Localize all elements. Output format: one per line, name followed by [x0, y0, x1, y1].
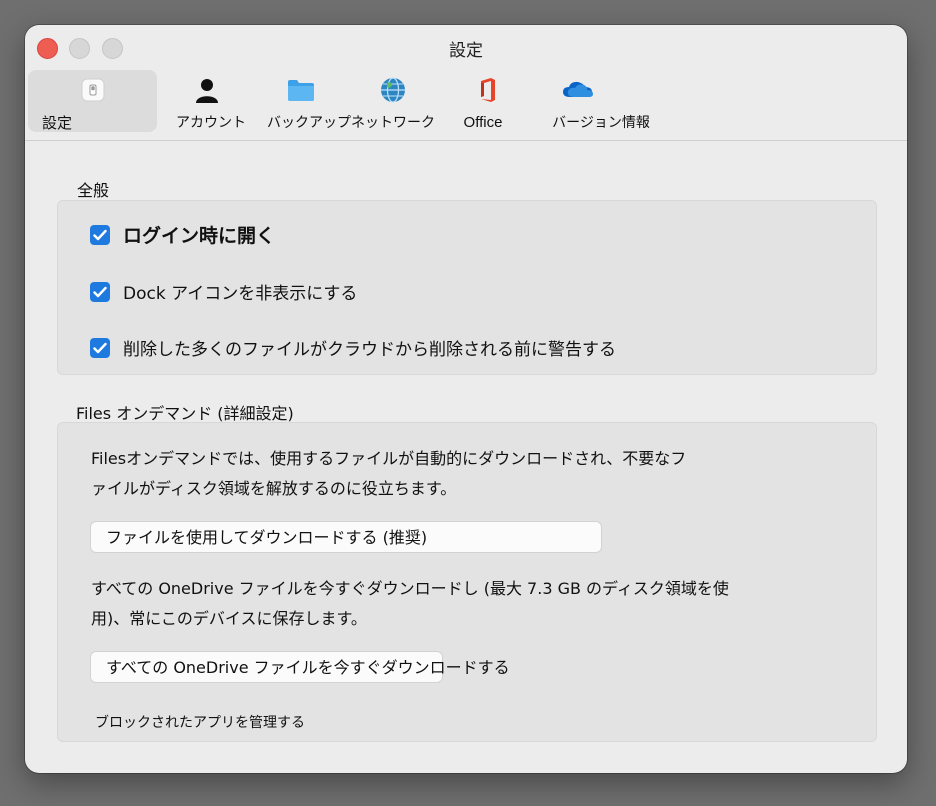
- tab-label: アカウント: [176, 115, 246, 131]
- hide-dock-icon-label: Dock アイコンを非表示にする: [123, 284, 358, 304]
- download-all-description: すべての OneDrive ファイルを今すぐダウンロードし (最大 7.3 GB…: [91, 574, 751, 634]
- warn-before-delete-checkbox[interactable]: [90, 337, 110, 358]
- tab-label: ネットワーク: [351, 115, 435, 131]
- folder-icon: [286, 75, 316, 105]
- download-on-use-button[interactable]: ファイルを使用してダウンロードする (推奨): [90, 521, 602, 553]
- general-section-title: 全般: [77, 181, 110, 200]
- tab-network[interactable]: ネットワーク: [351, 70, 435, 132]
- open-at-login-option[interactable]: ログイン時に開く: [90, 221, 275, 248]
- files-on-demand-section-title: Files オンデマンド (詳細設定): [76, 404, 294, 423]
- tab-about[interactable]: バージョン情報: [539, 70, 663, 132]
- files-on-demand-description: Filesオンデマンドでは、使用するファイルが自動的にダウンロードされ、不要なフ…: [91, 444, 751, 504]
- warn-before-delete-label: 削除した多くのファイルがクラウドから削除される前に警告する: [123, 340, 616, 360]
- globe-icon: [378, 75, 408, 105]
- description-line: ァイルがディスク領域を解放するのに役立ちます。: [91, 479, 457, 498]
- open-at-login-label: ログイン時に開く: [123, 225, 276, 247]
- settings-window: 設定 設定 アカウント バックアップ ネットワーク Office バージョン情報…: [25, 25, 907, 773]
- tab-label: Office: [463, 114, 503, 131]
- person-icon: [192, 75, 222, 105]
- hide-dock-icon-checkbox[interactable]: [90, 281, 110, 302]
- general-options-group: ログイン時に開く Dock アイコンを非表示にする 削除した多くのファイルがクラ…: [57, 200, 877, 375]
- description-line: Filesオンデマンドでは、使用するファイルが自動的にダウンロードされ、不要なフ: [91, 449, 687, 468]
- checkmark-icon: [93, 342, 107, 353]
- manage-blocked-apps-link[interactable]: ブロックされたアプリを管理する: [95, 712, 305, 732]
- tab-office[interactable]: Office: [445, 70, 521, 132]
- tab-settings[interactable]: 設定: [28, 70, 157, 132]
- tab-account[interactable]: アカウント: [163, 70, 259, 132]
- onedrive-cloud-icon: [561, 75, 595, 105]
- description-line: すべての OneDrive ファイルを今すぐダウンロードし (最大 7.3 GB…: [91, 579, 729, 598]
- office-icon: [472, 75, 502, 105]
- window-title: 設定: [449, 41, 483, 61]
- open-at-login-checkbox[interactable]: [90, 224, 110, 245]
- tab-label: バージョン情報: [552, 115, 650, 131]
- toolbar-divider: [25, 140, 907, 141]
- description-line: 用)、常にこのデバイスに保存します。: [91, 609, 367, 628]
- hide-dock-icon-option[interactable]: Dock アイコンを非表示にする: [90, 279, 357, 304]
- settings-switch-icon: [78, 75, 108, 105]
- checkmark-icon: [93, 229, 107, 240]
- checkmark-icon: [93, 286, 107, 297]
- title-bar: 設定: [25, 25, 907, 71]
- files-on-demand-group: Filesオンデマンドでは、使用するファイルが自動的にダウンロードされ、不要なフ…: [57, 422, 877, 742]
- tab-backup[interactable]: バックアップ: [261, 70, 357, 132]
- warn-before-delete-option[interactable]: 削除した多くのファイルがクラウドから削除される前に警告する: [90, 335, 616, 360]
- tab-label: 設定: [42, 114, 73, 132]
- tab-label: バックアップ: [267, 115, 351, 131]
- download-all-now-button[interactable]: すべての OneDrive ファイルを今すぐダウンロードする: [90, 651, 510, 683]
- preferences-toolbar: 設定 アカウント バックアップ ネットワーク Office バージョン情報: [25, 70, 907, 140]
